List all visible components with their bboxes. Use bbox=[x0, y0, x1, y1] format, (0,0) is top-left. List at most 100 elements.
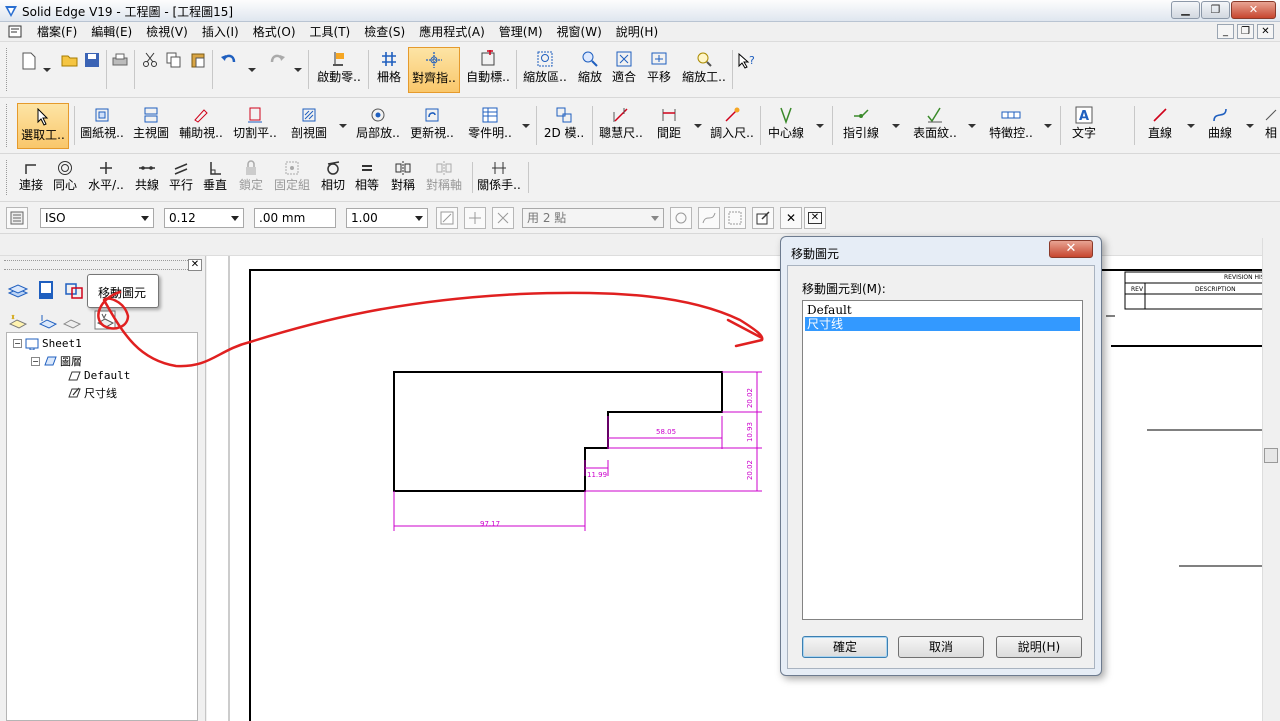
centerline-dropdown[interactable] bbox=[816, 124, 824, 128]
offset-input[interactable]: .00 mm bbox=[254, 208, 336, 228]
collapse-toggle-icon[interactable]: − bbox=[31, 356, 40, 366]
list-item-dimension-layer[interactable]: 尺寸线 bbox=[805, 317, 1080, 331]
smart-dimension-button[interactable]: 聰慧尺.. bbox=[596, 106, 646, 141]
document-icon[interactable] bbox=[8, 25, 22, 38]
option-button-6[interactable] bbox=[724, 207, 746, 229]
print-button[interactable] bbox=[110, 52, 130, 68]
option-button-3[interactable] bbox=[492, 207, 514, 229]
equal-button[interactable]: 相等 bbox=[352, 160, 382, 193]
hide-layer-icon[interactable] bbox=[62, 312, 82, 330]
doc-close-button[interactable]: ✕ bbox=[1257, 24, 1274, 39]
curve-dropdown[interactable] bbox=[1246, 124, 1254, 128]
scale-select[interactable]: 1.00 bbox=[346, 208, 428, 228]
layer-listbox[interactable]: Default 尺寸线 bbox=[802, 300, 1083, 620]
text-button[interactable]: A 文字 bbox=[1066, 106, 1102, 141]
ok-button[interactable]: 確定 bbox=[802, 636, 888, 658]
vertical-scrollbar[interactable] bbox=[1262, 238, 1280, 721]
curve-button[interactable]: 曲線 bbox=[1202, 106, 1238, 141]
cancel-button[interactable]: 取消 bbox=[898, 636, 984, 658]
distance-dropdown[interactable] bbox=[694, 124, 702, 128]
menu-format[interactable]: 格式(O) bbox=[246, 22, 303, 42]
rigid-set-button[interactable]: 固定組 bbox=[272, 160, 312, 193]
cancel-x-button[interactable]: ✕ bbox=[780, 207, 802, 229]
section-view-button[interactable]: 剖視圖 bbox=[286, 106, 332, 141]
doc-minimize-button[interactable]: _ bbox=[1217, 24, 1234, 39]
tree-node-dimension-layer[interactable]: 尺寸线 bbox=[67, 385, 117, 401]
menu-applications[interactable]: 應用程式(A) bbox=[412, 22, 492, 42]
select-tool-button[interactable]: 選取工.. bbox=[17, 103, 69, 149]
save-button[interactable] bbox=[82, 52, 102, 68]
perpendicular-button[interactable]: 垂直 bbox=[200, 160, 230, 193]
zoom-area-button[interactable]: 縮放區.. bbox=[520, 50, 570, 85]
tangent-button[interactable]: 相切 bbox=[318, 160, 348, 193]
menu-help[interactable]: 說明(H) bbox=[609, 22, 665, 42]
menu-file[interactable]: 檔案(F) bbox=[30, 22, 84, 42]
lock-button[interactable]: 鎖定 bbox=[236, 160, 266, 193]
menu-edit[interactable]: 編輯(E) bbox=[84, 22, 139, 42]
edit-properties-button[interactable] bbox=[752, 207, 774, 229]
surface-texture-dropdown[interactable] bbox=[968, 124, 976, 128]
menu-view[interactable]: 檢視(V) bbox=[139, 22, 195, 42]
feature-control-button[interactable]: 特徵控.. bbox=[984, 106, 1038, 141]
zoom-tool-button[interactable]: 縮放工.. bbox=[678, 50, 730, 85]
connect-button[interactable]: 連接 bbox=[16, 160, 46, 193]
minimize-button[interactable]: ▁ bbox=[1171, 1, 1200, 19]
parts-list-button[interactable]: 零件明.. bbox=[464, 106, 516, 141]
menu-window[interactable]: 視窗(W) bbox=[550, 22, 609, 42]
line-button[interactable]: 直線 bbox=[1142, 106, 1178, 141]
distance-between-button[interactable]: 間距 bbox=[650, 106, 688, 141]
toolbar-grip[interactable] bbox=[6, 160, 10, 195]
doc-restore-button[interactable]: ❐ bbox=[1237, 24, 1254, 39]
undo-button[interactable] bbox=[218, 52, 240, 68]
tree-node-layers[interactable]: − 圖層 bbox=[31, 353, 82, 369]
parts-list-dropdown[interactable] bbox=[522, 124, 530, 128]
concentric-button[interactable]: 同心 bbox=[50, 160, 80, 193]
symmetry-axis-button[interactable]: 對稱軸 bbox=[424, 160, 464, 193]
feature-control-dropdown[interactable] bbox=[1044, 124, 1052, 128]
toolbar-grip[interactable] bbox=[6, 48, 10, 91]
option-button-2[interactable] bbox=[464, 207, 486, 229]
copy-button[interactable] bbox=[164, 52, 184, 68]
zoom-button[interactable]: 縮放 bbox=[574, 50, 606, 85]
layers-tab[interactable] bbox=[6, 278, 30, 302]
surface-texture-button[interactable]: 表面紋.. bbox=[908, 106, 962, 141]
parallel-button[interactable]: 平行 bbox=[166, 160, 196, 193]
fit-button[interactable]: 適合 bbox=[608, 50, 640, 85]
horizontal-vertical-button[interactable]: 水平/.. bbox=[84, 160, 128, 193]
leader-button[interactable]: 指引線 bbox=[838, 106, 884, 141]
activate-part-button[interactable]: 啟動零.. bbox=[314, 50, 364, 85]
relationship-handles-button[interactable]: 關係手.. bbox=[476, 160, 522, 193]
active-layer-icon[interactable] bbox=[38, 312, 58, 330]
menu-tools[interactable]: 工具(T) bbox=[303, 22, 358, 42]
feature-tab[interactable] bbox=[62, 278, 86, 302]
menu-insert[interactable]: 插入(I) bbox=[195, 22, 246, 42]
align-indicator-button[interactable]: 對齊指.. bbox=[408, 47, 460, 93]
list-item-default[interactable]: Default bbox=[805, 303, 1080, 317]
update-view-button[interactable]: 更新視.. bbox=[406, 106, 458, 141]
option-button-1[interactable] bbox=[436, 207, 458, 229]
cancel-box-button[interactable]: ✕ bbox=[804, 207, 826, 229]
option-button-5[interactable] bbox=[698, 207, 720, 229]
new-layer-icon[interactable] bbox=[8, 312, 28, 330]
cutting-plane-button[interactable]: 切割平.. bbox=[230, 106, 280, 141]
2d-model-button[interactable]: 2D 模.. bbox=[540, 106, 588, 141]
sheet-view-button[interactable]: 圖紙視.. bbox=[78, 106, 126, 141]
mode-select[interactable]: 用 2 點 bbox=[522, 208, 664, 228]
close-window-button[interactable]: ✕ bbox=[1231, 1, 1276, 19]
new-button[interactable] bbox=[18, 52, 40, 70]
undo-dropdown[interactable] bbox=[248, 68, 256, 72]
new-dropdown[interactable] bbox=[43, 68, 51, 72]
menu-manage[interactable]: 管理(M) bbox=[492, 22, 550, 42]
principal-view-button[interactable]: 主視圖 bbox=[130, 106, 172, 141]
toolbar-grip[interactable] bbox=[6, 104, 10, 147]
collinear-button[interactable]: 共線 bbox=[132, 160, 162, 193]
properties-button[interactable] bbox=[6, 207, 28, 229]
tree-node-default-layer[interactable]: Default bbox=[67, 369, 130, 382]
help-button[interactable]: 說明(H) bbox=[996, 636, 1082, 658]
redo-button[interactable] bbox=[266, 52, 288, 68]
section-view-dropdown[interactable] bbox=[339, 124, 347, 128]
maximize-button[interactable]: ❐ bbox=[1201, 1, 1230, 19]
redo-dropdown[interactable] bbox=[294, 68, 302, 72]
centerline-button[interactable]: 中心線 bbox=[764, 106, 808, 141]
more-tools-button[interactable]: 相 bbox=[1262, 106, 1280, 141]
